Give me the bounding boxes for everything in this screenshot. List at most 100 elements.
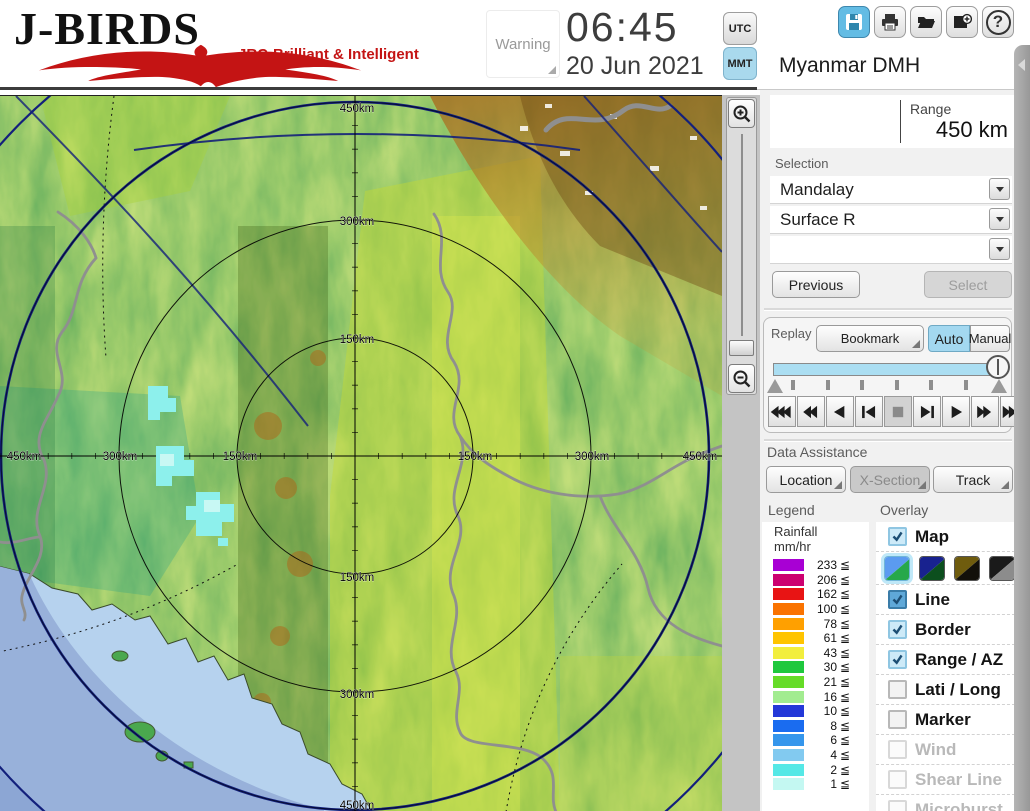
- dropdown-site-button[interactable]: [989, 178, 1010, 200]
- replay-timeline-track[interactable]: [773, 363, 1003, 376]
- step-forward-button[interactable]: [913, 396, 941, 427]
- track-button[interactable]: Track: [933, 466, 1013, 493]
- map-style-swatch-3[interactable]: [954, 556, 980, 581]
- step-back-button[interactable]: [855, 396, 883, 427]
- legend-unit-line1: Rainfall: [774, 524, 869, 539]
- select-button[interactable]: Select: [924, 271, 1012, 298]
- zoom-out-button[interactable]: [728, 364, 755, 393]
- map-style-swatch-1[interactable]: [884, 556, 910, 581]
- dropdown-extra[interactable]: [770, 236, 1012, 264]
- dropdown-product[interactable]: Surface R: [770, 206, 1012, 234]
- legend-row: 43 ≦: [773, 646, 869, 661]
- utc-button[interactable]: UTC: [723, 12, 757, 45]
- fast-rewind-button[interactable]: [797, 396, 825, 427]
- dropdown-product-value: Surface R: [780, 210, 856, 230]
- dropdown-extra-button[interactable]: [989, 238, 1010, 260]
- replay-timeline-handle[interactable]: [986, 355, 1010, 379]
- shear-line-checkbox[interactable]: [888, 770, 907, 789]
- warning-button[interactable]: Warning: [486, 10, 560, 78]
- divider: [764, 439, 1012, 442]
- play-reverse-button[interactable]: [826, 396, 854, 427]
- legend-color-swatch: [773, 705, 804, 717]
- overlay-item-microburst[interactable]: Microburst: [876, 794, 1015, 811]
- overlay-item-shear-line[interactable]: Shear Line: [876, 764, 1015, 794]
- legend-unit-line2: mm/hr: [774, 539, 869, 554]
- manual-button[interactable]: Manual: [970, 325, 1010, 352]
- overlay-item-range-az[interactable]: Range / AZ: [876, 644, 1015, 674]
- print-button[interactable]: [874, 6, 906, 38]
- jump-start-button[interactable]: [768, 396, 796, 427]
- timeline-tick: [826, 380, 830, 390]
- range-label: 450km: [7, 451, 42, 463]
- selection-label: Selection: [775, 156, 828, 171]
- checkmark-icon: [891, 530, 904, 543]
- bookmark-button[interactable]: Bookmark: [816, 325, 924, 352]
- zoom-slider-track[interactable]: [741, 134, 743, 336]
- range-label: Range: [910, 101, 951, 117]
- overlay-item-lati-long[interactable]: Lati / Long: [876, 674, 1015, 704]
- range-start-marker-icon[interactable]: [767, 379, 783, 393]
- clock-date: 20 Jun 2021: [566, 52, 704, 81]
- overlay-item-marker[interactable]: Marker: [876, 704, 1015, 734]
- legend-value: 10: [804, 704, 837, 718]
- fast-forward-button[interactable]: [971, 396, 999, 427]
- range-az-checkbox[interactable]: [888, 650, 907, 669]
- legend-row: 61 ≦: [773, 631, 869, 646]
- location-button[interactable]: Location: [766, 466, 846, 493]
- dropdown-product-button[interactable]: [989, 208, 1010, 230]
- marker-checkbox[interactable]: [888, 710, 907, 729]
- legend-le-symbol: ≦: [840, 675, 850, 689]
- overlay-item-wind[interactable]: Wind: [876, 734, 1015, 764]
- legend-le-symbol: ≦: [840, 733, 850, 747]
- auto-button[interactable]: Auto: [928, 325, 970, 352]
- legend-value: 6: [804, 733, 837, 747]
- panel-collapse-handle[interactable]: [1014, 45, 1030, 811]
- legend-color-swatch: [773, 588, 804, 600]
- radar-map[interactable]: 450km300km150km150km300km450km450km300km…: [0, 95, 722, 811]
- shear-line-label: Shear Line: [915, 770, 1002, 790]
- zoom-in-button[interactable]: [728, 99, 755, 128]
- export-image-button[interactable]: [946, 6, 978, 38]
- line-checkbox[interactable]: [888, 590, 907, 609]
- rw1-icon: [827, 403, 853, 421]
- marker-label: Marker: [915, 710, 971, 730]
- range-label: 300km: [575, 451, 610, 463]
- zoom-slider-handle[interactable]: [729, 340, 754, 356]
- legend-row: 6 ≦: [773, 733, 869, 748]
- legend-le-symbol: ≦: [840, 631, 850, 645]
- mmt-button[interactable]: MMT: [723, 47, 757, 80]
- microburst-checkbox[interactable]: [888, 800, 907, 811]
- chevron-down-icon: [996, 187, 1004, 192]
- open-folder-button[interactable]: [910, 6, 942, 38]
- overlay-item-border[interactable]: Border: [876, 614, 1015, 644]
- dropdown-site-value: Mandalay: [780, 180, 854, 200]
- overlay-item-map[interactable]: Map: [876, 522, 1015, 551]
- save-button[interactable]: [838, 6, 870, 38]
- lati-long-checkbox[interactable]: [888, 680, 907, 699]
- legend-color-swatch: [773, 603, 804, 615]
- range-label: 150km: [340, 334, 375, 346]
- map-style-swatch-4[interactable]: [989, 556, 1015, 581]
- range-label: 450km: [340, 800, 375, 811]
- border-checkbox[interactable]: [888, 620, 907, 639]
- range-end-marker-icon[interactable]: [991, 379, 1007, 393]
- map-checkbox[interactable]: [888, 527, 907, 546]
- save-icon: [844, 12, 864, 32]
- header-divider: [0, 87, 757, 90]
- map-style-swatch-2[interactable]: [919, 556, 945, 581]
- legend-value: 4: [804, 748, 837, 762]
- x-section-button[interactable]: X-Section: [850, 466, 930, 493]
- previous-button[interactable]: Previous: [772, 271, 860, 298]
- legend-row: 1 ≦: [773, 777, 869, 792]
- timeline-tick: [964, 380, 968, 390]
- stop-button[interactable]: [884, 396, 912, 427]
- overlay-item-line[interactable]: Line: [876, 584, 1015, 614]
- wind-checkbox[interactable]: [888, 740, 907, 759]
- help-button[interactable]: ?: [982, 6, 1014, 38]
- legend-color-swatch: [773, 676, 804, 688]
- play-button[interactable]: [942, 396, 970, 427]
- legend-color-swatch: [773, 778, 804, 790]
- jbirds-app: J-BIRDS JRC-Brilliant & Intelligent Rada…: [0, 0, 1030, 811]
- dropdown-site[interactable]: Mandalay: [770, 176, 1012, 204]
- stepfwd-icon: [914, 403, 940, 421]
